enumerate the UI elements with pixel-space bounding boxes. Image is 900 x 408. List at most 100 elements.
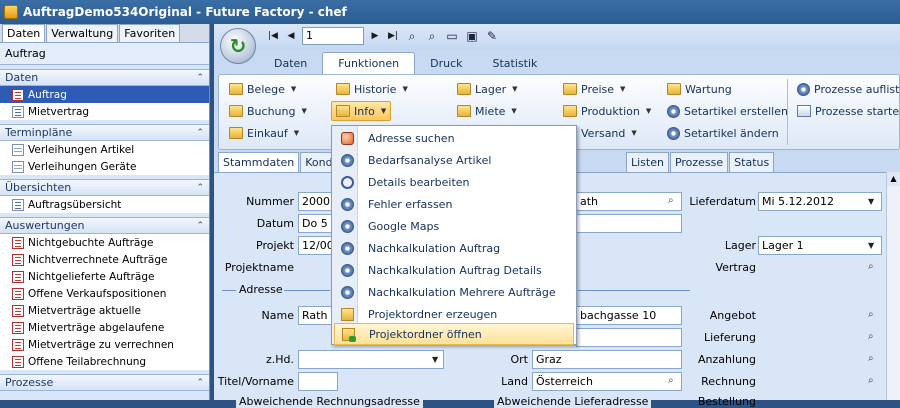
binoculars-icon[interactable]: ⌕ <box>668 375 674 386</box>
dropdown-arrow-icon[interactable]: ▼ <box>868 197 874 206</box>
setartikel-erstellen-button[interactable]: Setartikel erstellen <box>667 101 788 121</box>
next-record-icon[interactable]: ▶ <box>366 27 384 45</box>
sidebar-item-verleihungen-artikel[interactable]: Verleihungen Artikel <box>0 141 209 158</box>
new-document-icon[interactable]: ▭ <box>443 27 461 45</box>
menu-item-fehler-erfassen[interactable]: Fehler erfassen <box>334 193 574 215</box>
binoculars-icon[interactable]: ⌕ <box>868 375 874 386</box>
titel-field[interactable] <box>298 372 338 391</box>
info-button[interactable]: Info ▼ <box>331 101 392 121</box>
group-line <box>222 290 236 291</box>
scroll-up-icon[interactable]: ▲ <box>887 172 900 186</box>
tab-druck[interactable]: Druck <box>415 53 477 74</box>
tab-status[interactable]: Status <box>729 152 775 172</box>
collapse-chevron-icon[interactable]: ⌃ <box>196 128 204 138</box>
kunde-extra-field[interactable] <box>576 214 682 233</box>
produktion-button[interactable]: Produktion ▼ <box>563 101 651 121</box>
prozesse-starten-button[interactable]: Prozesse starten <box>797 101 900 121</box>
binoculars-icon[interactable]: ⌕ <box>403 27 421 45</box>
sidebar-item-report[interactable]: Nichtgebuchte Aufträge <box>0 234 209 251</box>
binoculars-icon[interactable]: ⌕ <box>868 331 874 342</box>
vertical-scrollbar[interactable]: ▲ <box>886 172 900 400</box>
sidebar-item-label: Nichtverrechnete Aufträge <box>28 253 168 266</box>
left-tab-daten[interactable]: Daten <box>2 24 46 42</box>
edit-icon[interactable]: ✎ <box>483 27 501 45</box>
belege-button[interactable]: Belege ▼ <box>229 79 296 99</box>
sidebar-item-auftragsuebersicht[interactable]: Auftragsübersicht <box>0 196 209 213</box>
prev-record-icon[interactable]: ◀ <box>282 27 300 45</box>
section-header-daten[interactable]: Daten ⌃ <box>0 69 209 86</box>
last-record-icon[interactable]: ▶| <box>384 27 402 45</box>
einkauf-button[interactable]: Einkauf ▼ <box>229 123 299 143</box>
tab-funktionen[interactable]: Funktionen <box>322 52 416 74</box>
binoculars-icon[interactable]: ⌕ <box>868 309 874 320</box>
menu-item-projektordner-oeffnen[interactable]: Projektordner öffnen <box>334 323 574 345</box>
sidebar-item-report[interactable]: Mietverträge abgelaufene <box>0 319 209 336</box>
rechnung-label: Rechnung <box>701 375 756 388</box>
ort-field[interactable]: Graz <box>532 350 682 369</box>
section-header-uebersichten[interactable]: Übersichten ⌃ <box>0 179 209 196</box>
sidebar-item-report[interactable]: Nichtverrechnete Aufträge <box>0 251 209 268</box>
zhd-select[interactable] <box>298 350 444 369</box>
lieferdatum-field[interactable]: Mi 5.12.2012 <box>758 192 882 211</box>
binoculars-icon[interactable]: ⌕ <box>668 195 674 206</box>
miete-button[interactable]: Miete ▼ <box>457 101 517 121</box>
buchung-button[interactable]: Buchung ▼ <box>229 101 307 121</box>
dropdown-arrow-icon[interactable]: ▼ <box>868 241 874 250</box>
menu-item-google-maps[interactable]: Google Maps <box>334 215 574 237</box>
anzahlung-label: Anzahlung <box>698 353 756 366</box>
tab-prozesse[interactable]: Prozesse <box>669 152 729 172</box>
collapse-chevron-icon[interactable]: ⌃ <box>196 221 204 231</box>
app-icon <box>4 5 18 19</box>
menu-item-nachkalkulation-auftrag[interactable]: Nachkalkulation Auftrag <box>334 237 574 259</box>
menu-item-details-bearbeiten[interactable]: Details bearbeiten <box>334 171 574 193</box>
collapse-chevron-icon[interactable]: ⌃ <box>196 73 204 83</box>
tab-listen[interactable]: Listen <box>625 152 669 172</box>
section-header-auswertungen[interactable]: Auswertungen ⌃ <box>0 217 209 234</box>
sidebar-item-report[interactable]: Offene Teilabrechnung <box>0 353 209 370</box>
versand-button[interactable]: Versand ▼ <box>581 123 637 143</box>
sidebar-item-auftrag[interactable]: Auftrag <box>0 86 209 103</box>
menu-item-bedarfsanalyse-artikel[interactable]: Bedarfsanalyse Artikel <box>334 149 574 171</box>
wartung-button[interactable]: Wartung <box>667 79 732 99</box>
binoculars-icon[interactable]: ⌕ <box>868 353 874 364</box>
tab-daten[interactable]: Daten <box>259 53 322 74</box>
save-icon[interactable]: ▣ <box>463 27 481 45</box>
land-field[interactable]: Österreich <box>532 372 682 391</box>
first-record-icon[interactable]: |◀ <box>264 27 282 45</box>
kunde-field[interactable]: ath <box>576 192 682 211</box>
tab-stammdaten[interactable]: Stammdaten <box>218 152 300 172</box>
sidebar-item-report[interactable]: Mietverträge aktuelle <box>0 302 209 319</box>
sidebar-item-report[interactable]: Offene Verkaufspositionen <box>0 285 209 302</box>
menu-item-projektordner-erzeugen[interactable]: Projektordner erzeugen <box>334 303 574 325</box>
menu-item-nachkalkulation-auftrag-details[interactable]: Nachkalkulation Auftrag Details <box>334 259 574 281</box>
menu-item-label: Google Maps <box>368 219 440 233</box>
section-header-terminplaene[interactable]: Terminpläne ⌃ <box>0 124 209 141</box>
strasse-field[interactable]: bachgasse 10 <box>576 306 682 325</box>
menu-item-nachkalkulation-mehrere-auftraege[interactable]: Nachkalkulation Mehrere Aufträge <box>334 281 574 303</box>
lager-select[interactable]: Lager 1 <box>758 236 882 255</box>
menu-item-adresse-suchen[interactable]: Adresse suchen <box>334 127 574 149</box>
collapse-chevron-icon[interactable]: ⌃ <box>196 183 204 193</box>
historie-button[interactable]: Historie ▼ <box>336 79 408 99</box>
report-icon <box>12 321 24 334</box>
section-header-prozesse[interactable]: Prozesse ⌃ <box>0 374 209 391</box>
sidebar-item-report[interactable]: Nichtgelieferte Aufträge <box>0 268 209 285</box>
sidebar-item-verleihungen-geraete[interactable]: Verleihungen Geräte <box>0 158 209 175</box>
tab-statistik[interactable]: Statistik <box>478 53 553 74</box>
filter-search-icon[interactable]: ⌕ <box>423 27 441 45</box>
sidebar-item-report[interactable]: Mietverträge zu verrechnen <box>0 336 209 353</box>
left-tab-favoriten[interactable]: Favoriten <box>119 24 181 42</box>
section-title: Auswertungen <box>5 219 85 232</box>
preise-button[interactable]: Preise ▼ <box>563 79 625 99</box>
binoculars-icon[interactable]: ⌕ <box>868 261 874 272</box>
dropdown-arrow-icon[interactable]: ▼ <box>432 355 438 364</box>
record-number-input[interactable]: 1 <box>302 27 364 45</box>
lager-button[interactable]: Lager ▼ <box>457 79 518 99</box>
app-menu-button[interactable]: ↻ <box>220 28 256 64</box>
sidebar-item-mietvertrag[interactable]: Mietvertrag <box>0 103 209 120</box>
prozesse-auflisten-button[interactable]: Prozesse aufliste <box>797 79 900 99</box>
plz-field[interactable] <box>576 328 682 347</box>
collapse-chevron-icon[interactable]: ⌃ <box>196 378 204 388</box>
setartikel-aendern-button[interactable]: Setartikel ändern <box>667 123 779 143</box>
left-tab-verwaltung[interactable]: Verwaltung <box>46 24 119 42</box>
